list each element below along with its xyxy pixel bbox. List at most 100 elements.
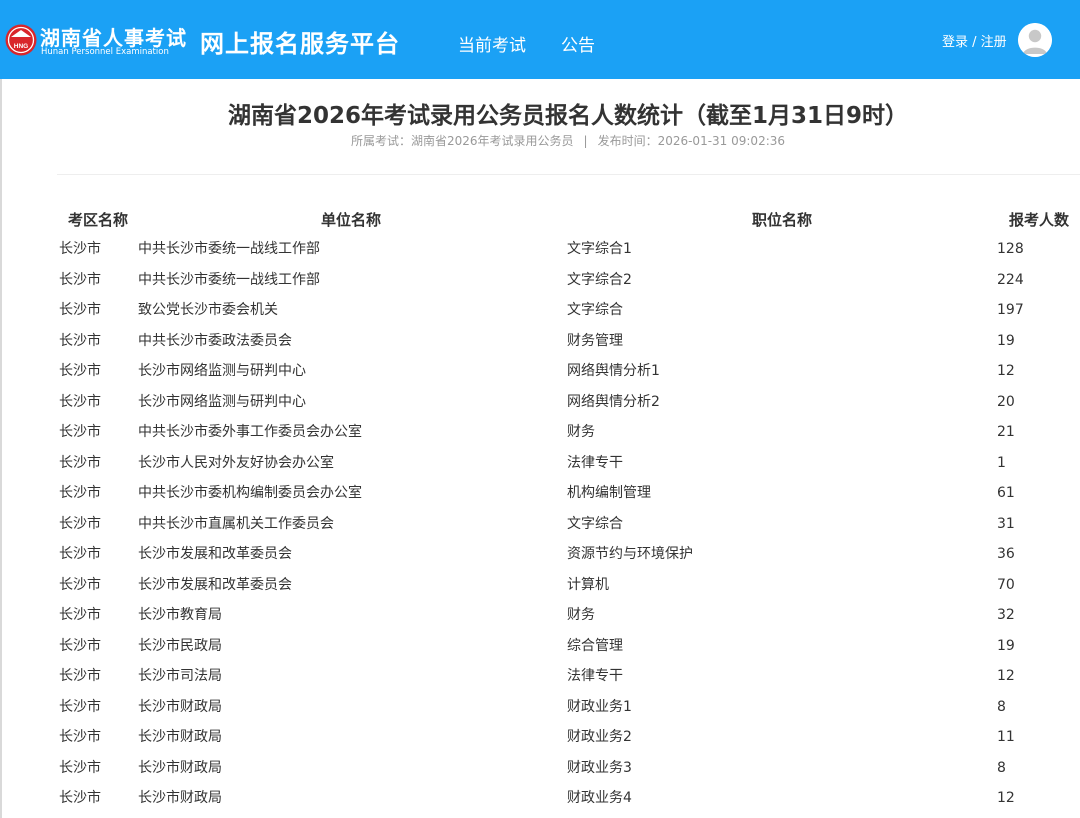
cell-region: 长沙市 <box>59 485 101 501</box>
table-row: 长沙市 中共长沙市委机构编制委员会办公室 机构编制管理 61 <box>0 478 1080 508</box>
cell-region: 长沙市 <box>59 424 101 440</box>
cell-region: 长沙市 <box>59 332 101 349</box>
cell-unit: 中共长沙市委统一战线工作部 <box>138 271 320 288</box>
table-row: 长沙市 中共长沙市委外事工作委员会办公室 财务 21 <box>0 417 1080 447</box>
cell-applicant-count: 8 <box>997 698 1006 715</box>
cell-position: 法律专干 <box>567 454 623 471</box>
cell-unit: 长沙市网络监测与研判中心 <box>138 393 306 410</box>
table-row: 长沙市 中共长沙市委统一战线工作部 文字综合2 224 <box>0 265 1080 295</box>
nav-current-exams[interactable]: 当前考试 <box>458 31 526 56</box>
table-row: 长沙市 长沙市司法局 法律专干 12 <box>0 661 1080 691</box>
table-row: 长沙市 长沙市网络监测与研判中心 网络舆情分析1 12 <box>0 356 1080 386</box>
cell-applicant-count: 128 <box>997 241 1024 257</box>
logo-badge-text: HNG <box>14 43 28 50</box>
cell-unit: 中共长沙市委机构编制委员会办公室 <box>138 485 362 501</box>
cell-position: 文字综合1 <box>567 241 632 257</box>
cell-position: 网络舆情分析2 <box>567 393 660 410</box>
cell-unit: 中共长沙市委统一战线工作部 <box>138 241 320 257</box>
cell-position: 资源节约与环境保护 <box>567 546 693 562</box>
cell-unit: 长沙市司法局 <box>138 668 222 684</box>
cell-unit: 长沙市财政局 <box>138 729 222 745</box>
login-register-link[interactable]: 登录 / 注册 <box>942 31 1007 50</box>
table-row: 长沙市 长沙市网络监测与研判中心 网络舆情分析2 20 <box>0 387 1080 417</box>
cell-applicant-count: 11 <box>997 729 1015 745</box>
cell-region: 长沙市 <box>59 454 101 471</box>
cell-region: 长沙市 <box>59 515 101 532</box>
cell-position: 文字综合 <box>567 515 623 532</box>
cell-position: 财务 <box>567 607 595 623</box>
cell-region: 长沙市 <box>59 637 101 654</box>
cell-position: 文字综合 <box>567 302 623 318</box>
table-row: 长沙市 中共长沙市直属机关工作委员会 文字综合 31 <box>0 509 1080 539</box>
cell-applicant-count: 32 <box>997 607 1015 623</box>
table-row: 长沙市 致公党长沙市委会机关 文字综合 197 <box>0 295 1080 325</box>
cell-position: 机构编制管理 <box>567 485 651 501</box>
cell-unit: 长沙市人民对外友好协会办公室 <box>138 454 334 471</box>
header-applicant-count: 报考人数 <box>1009 211 1070 229</box>
cell-region: 长沙市 <box>59 607 101 623</box>
cell-applicant-count: 20 <box>997 393 1015 410</box>
cell-region: 长沙市 <box>59 363 101 379</box>
cell-position: 法律专干 <box>567 668 623 684</box>
user-silhouette-icon <box>1018 23 1052 57</box>
nav-announcements[interactable]: 公告 <box>561 31 595 56</box>
cell-region: 长沙市 <box>59 241 101 257</box>
cell-position: 财务 <box>567 424 595 440</box>
top-navigation-bar: HNG 湖南省人事考试 Hunan Personnel Examination … <box>0 0 1080 79</box>
meta-separator: | <box>583 134 588 148</box>
cell-applicant-count: 12 <box>997 668 1015 684</box>
table-row: 长沙市 长沙市财政局 财政业务4 12 <box>0 783 1080 813</box>
cell-region: 长沙市 <box>59 759 101 776</box>
publish-time: 发布时间：2026-01-31 09:02:36 <box>597 134 786 148</box>
cell-unit: 长沙市发展和改革委员会 <box>138 546 292 562</box>
cell-unit: 长沙市网络监测与研判中心 <box>138 363 306 379</box>
cell-position: 财务管理 <box>567 332 623 349</box>
cell-applicant-count: 36 <box>997 546 1015 562</box>
logo-subtitle: Hunan Personnel Examination <box>41 47 169 57</box>
cell-region: 长沙市 <box>59 393 101 410</box>
cell-applicant-count: 19 <box>997 637 1015 654</box>
platform-title: 网上报名服务平台 <box>200 30 400 58</box>
table-row: 长沙市 长沙市发展和改革委员会 计算机 70 <box>0 570 1080 600</box>
exam-label: 所属考试：湖南省2026年考试录用公务员 <box>350 134 574 148</box>
cell-unit: 致公党长沙市委会机关 <box>138 302 278 318</box>
cell-applicant-count: 19 <box>997 332 1015 349</box>
cell-region: 长沙市 <box>59 271 101 288</box>
cell-unit: 长沙市财政局 <box>138 790 222 806</box>
cell-applicant-count: 70 <box>997 576 1015 593</box>
cell-region: 长沙市 <box>59 698 101 715</box>
table-row: 长沙市 长沙市教育局 财务 32 <box>0 600 1080 630</box>
header-region: 考区名称 <box>68 211 129 229</box>
table-row: 长沙市 长沙市发展和改革委员会 资源节约与环境保护 36 <box>0 539 1080 569</box>
table-row: 长沙市 长沙市人民对外友好协会办公室 法律专干 1 <box>0 448 1080 478</box>
table-row: 长沙市 长沙市财政局 财政业务3 8 <box>0 753 1080 783</box>
seal-logo-icon: HNG <box>5 24 37 56</box>
cell-position: 文字综合2 <box>567 271 632 288</box>
user-avatar-icon[interactable] <box>1018 23 1052 57</box>
cell-position: 财政业务2 <box>567 729 632 745</box>
cell-position: 计算机 <box>567 576 609 593</box>
cell-unit: 长沙市民政局 <box>138 637 222 654</box>
header-position: 职位名称 <box>752 211 813 229</box>
table-row: 长沙市 长沙市民政局 综合管理 19 <box>0 631 1080 661</box>
cell-unit: 长沙市财政局 <box>138 759 222 776</box>
cell-applicant-count: 224 <box>997 271 1024 288</box>
page-title: 湖南省2026年考试录用公务员报名人数统计（截至1月31日9时） <box>227 103 909 129</box>
cell-unit: 长沙市财政局 <box>138 698 222 715</box>
cell-position: 综合管理 <box>567 637 623 654</box>
cell-unit: 中共长沙市直属机关工作委员会 <box>138 515 334 532</box>
cell-applicant-count: 12 <box>997 790 1015 806</box>
cell-position: 财政业务3 <box>567 759 632 776</box>
cell-applicant-count: 8 <box>997 759 1006 776</box>
cell-region: 长沙市 <box>59 576 101 593</box>
table-row: 长沙市 长沙市财政局 财政业务1 8 <box>0 692 1080 722</box>
cell-position: 财政业务4 <box>567 790 632 806</box>
cell-position: 网络舆情分析1 <box>567 363 660 379</box>
cell-applicant-count: 1 <box>997 454 1006 471</box>
table-row: 长沙市 长沙市财政局 财政业务2 11 <box>0 722 1080 752</box>
cell-region: 长沙市 <box>59 729 101 745</box>
cell-applicant-count: 21 <box>997 424 1015 440</box>
cell-applicant-count: 61 <box>997 485 1015 501</box>
cell-applicant-count: 12 <box>997 363 1015 379</box>
cell-region: 长沙市 <box>59 546 101 562</box>
